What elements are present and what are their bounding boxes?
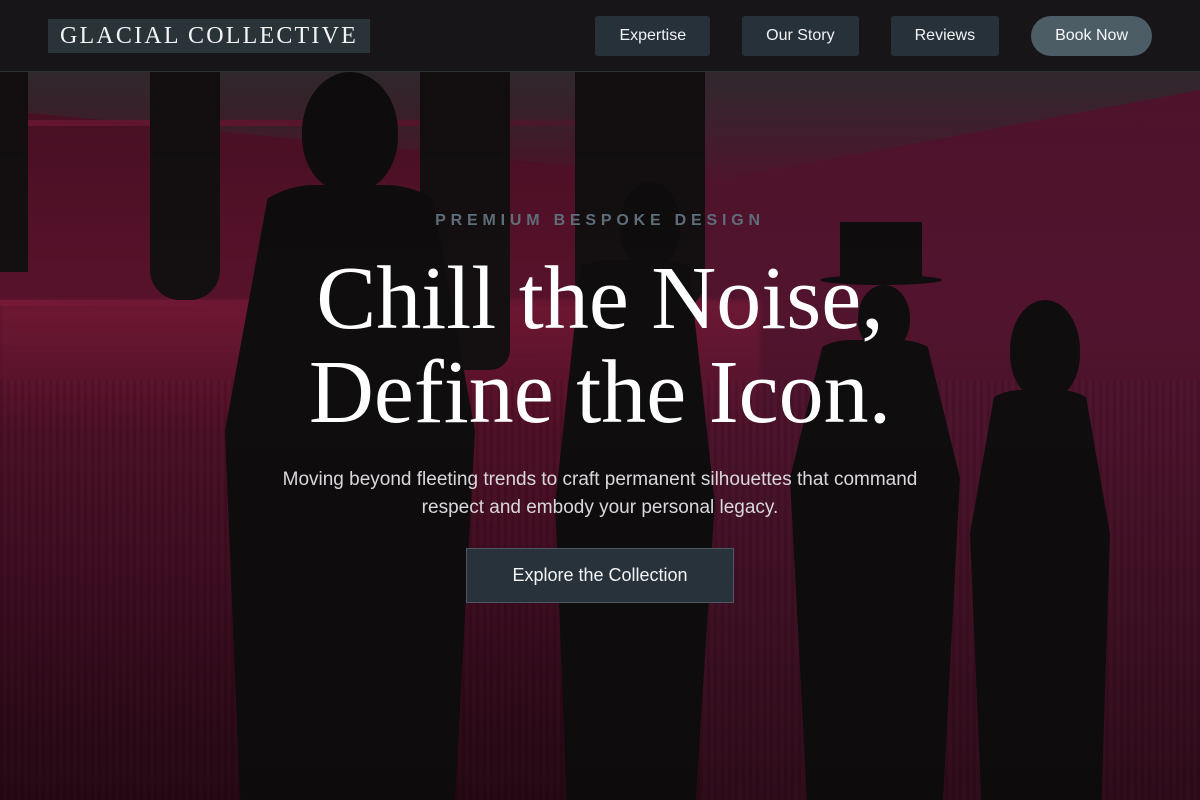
- hero-subtext: Moving beyond fleeting trends to craft p…: [282, 469, 918, 518]
- nav-link-expertise[interactable]: Expertise: [595, 15, 711, 56]
- hero-section: PREMIUM BESPOKE DESIGN Chill the Noise, …: [0, 0, 1200, 800]
- book-now-button[interactable]: Book Now: [1031, 15, 1152, 56]
- hero-headline-line-1: Chill the Noise,: [316, 249, 884, 348]
- nav-links: Expertise Our Story Reviews Book Now: [595, 15, 1152, 56]
- hero-headline: Chill the Noise, Define the Icon.: [0, 252, 1200, 440]
- nav-link-our-story[interactable]: Our Story: [742, 15, 859, 56]
- nav-link-reviews[interactable]: Reviews: [890, 15, 1000, 56]
- top-navbar: GLACIAL COLLECTIVE Expertise Our Story R…: [0, 0, 1200, 72]
- brand-logo[interactable]: GLACIAL COLLECTIVE: [48, 18, 370, 53]
- hero-eyebrow: PREMIUM BESPOKE DESIGN: [435, 212, 765, 229]
- explore-collection-button[interactable]: Explore the Collection: [466, 548, 734, 603]
- hero-headline-line-2: Define the Icon.: [308, 343, 892, 442]
